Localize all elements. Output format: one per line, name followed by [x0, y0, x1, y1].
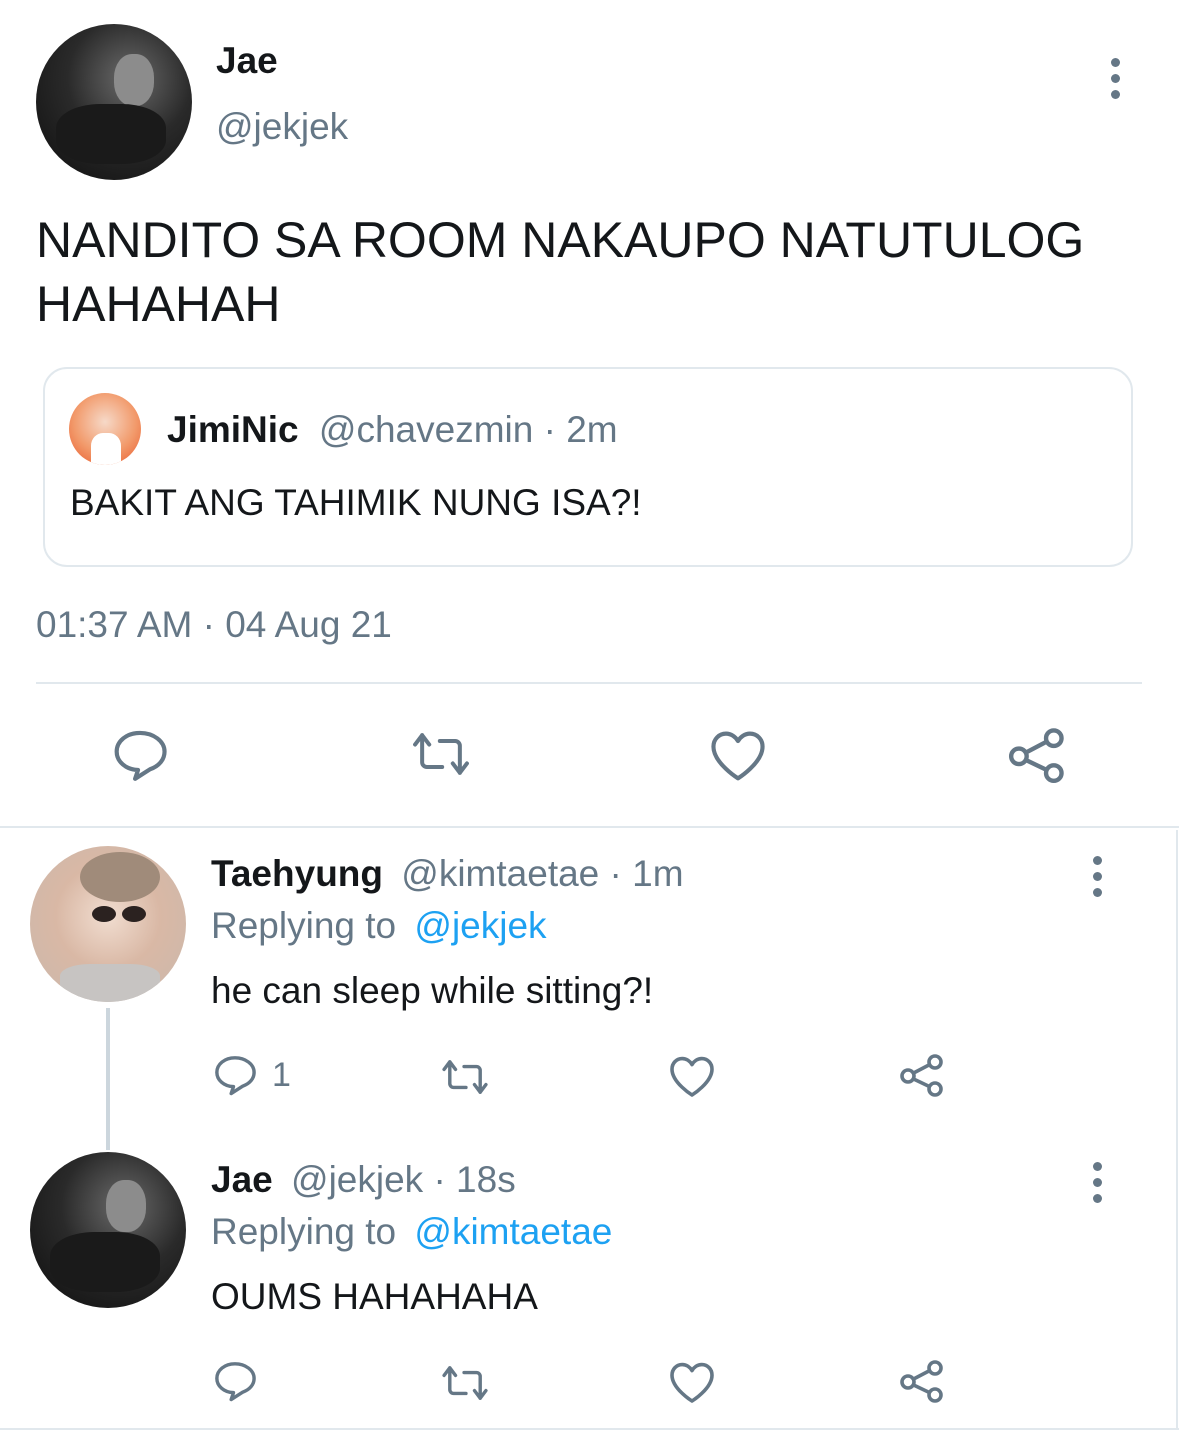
reply-text: OUMS HAHAHAHA — [211, 1276, 538, 1317]
reply-author-avatar[interactable] — [30, 1152, 186, 1308]
reply-author-meta: @kimtaetae · 1m — [401, 853, 684, 894]
heart-icon[interactable] — [668, 1360, 716, 1404]
replying-to-label: Replying to — [211, 1211, 397, 1252]
retweet-icon[interactable] — [408, 730, 474, 778]
tweet-text-line: HAHAHAH — [36, 276, 281, 332]
more-options-icon[interactable] — [1104, 58, 1126, 106]
replying-to-link[interactable]: @kimtaetae — [414, 1211, 612, 1252]
reply-icon[interactable] — [212, 1054, 258, 1096]
share-icon[interactable] — [1006, 726, 1068, 784]
reply-author-meta: @jekjek · 18s — [291, 1159, 516, 1200]
section-divider — [0, 826, 1179, 828]
quoted-text: BAKIT ANG TAHIMIK NUNG ISA?! — [70, 482, 642, 523]
retweet-icon[interactable] — [438, 1364, 492, 1402]
more-options-icon[interactable] — [1086, 1162, 1108, 1210]
author-name[interactable]: Jae — [216, 40, 278, 82]
bottom-divider — [0, 1428, 1179, 1430]
share-icon[interactable] — [898, 1358, 946, 1404]
retweet-icon[interactable] — [438, 1058, 492, 1096]
reply-header: Jae @jekjek · 18s — [211, 1159, 516, 1201]
reply-author-avatar[interactable] — [30, 846, 186, 1002]
quoted-author-avatar — [69, 393, 141, 465]
divider — [36, 682, 1142, 684]
heart-icon[interactable] — [708, 728, 768, 782]
reply-text: he can sleep while sitting?! — [211, 970, 654, 1011]
replying-to: Replying to @jekjek — [211, 905, 547, 947]
reply-icon[interactable] — [212, 1360, 258, 1402]
heart-icon[interactable] — [668, 1054, 716, 1098]
tweet-text: NANDITO SA ROOM NAKAUPO NATUTULOG HAHAHA… — [36, 208, 1084, 336]
reply-icon[interactable] — [110, 728, 170, 782]
share-icon[interactable] — [898, 1052, 946, 1098]
more-options-icon[interactable] — [1086, 856, 1108, 904]
author-handle[interactable]: @jekjek — [216, 106, 348, 148]
right-edge-divider — [1176, 830, 1178, 1430]
replying-to-label: Replying to — [211, 905, 397, 946]
author-avatar[interactable] — [36, 24, 192, 180]
thread-line — [106, 1008, 110, 1150]
reply-count: 1 — [272, 1056, 291, 1094]
reply-header: Taehyung @kimtaetae · 1m — [211, 853, 684, 895]
quoted-tweet-card[interactable]: JimiNic @chavezmin · 2m BAKIT ANG TAHIMI… — [43, 367, 1133, 567]
reply-author-name[interactable]: Taehyung — [211, 853, 383, 894]
quoted-author-name: JimiNic — [167, 409, 299, 450]
replying-to: Replying to @kimtaetae — [211, 1211, 612, 1253]
quoted-author-meta: @chavezmin · 2m — [318, 409, 618, 450]
reply-author-name[interactable]: Jae — [211, 1159, 273, 1200]
tweet-text-line: NANDITO SA ROOM NAKAUPO NATUTULOG — [36, 212, 1085, 268]
replying-to-link[interactable]: @jekjek — [414, 905, 546, 946]
quoted-header: JimiNic @chavezmin · 2m — [167, 409, 618, 451]
tweet-timestamp: 01:37 AM · 04 Aug 21 — [36, 604, 392, 645]
